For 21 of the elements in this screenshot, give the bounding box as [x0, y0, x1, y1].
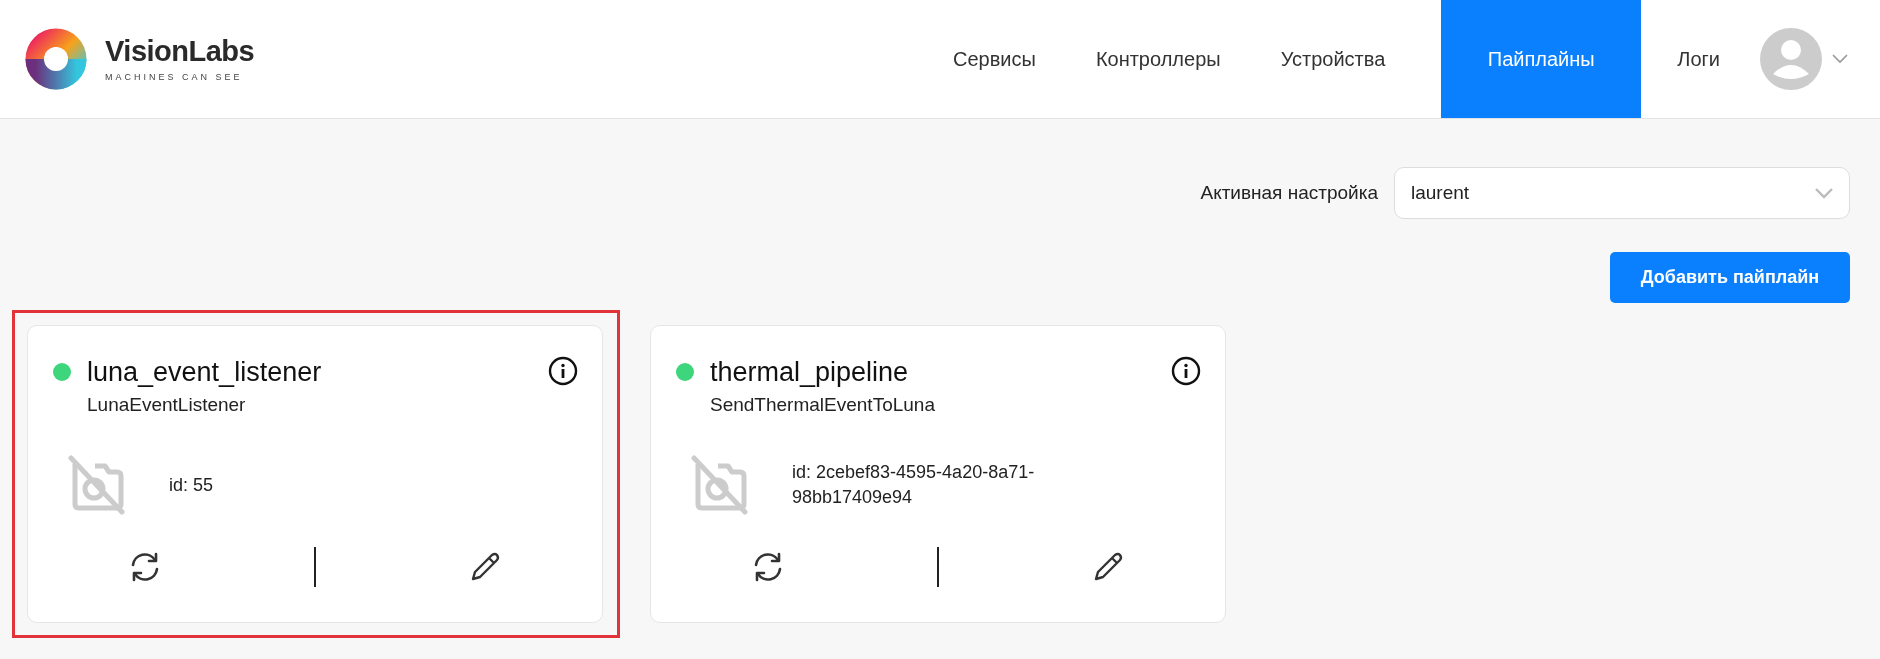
- chevron-down-icon: [1815, 187, 1833, 199]
- nav-tab[interactable]: Устройства: [1250, 0, 1416, 118]
- chevron-down-icon[interactable]: [1832, 54, 1848, 64]
- nav-tab[interactable]: Сервисы: [923, 0, 1066, 118]
- pipeline-name: thermal_pipeline: [710, 357, 909, 387]
- pipeline-type: SendThermalEventToLuna: [710, 394, 935, 416]
- nav-tab[interactable]: Логи: [1647, 0, 1750, 118]
- logo-tagline: MACHINES CAN SEE: [105, 71, 244, 82]
- pipeline-name: luna_event_listener: [87, 357, 322, 387]
- logo-name: VisionLabs: [105, 34, 255, 67]
- nav-tab[interactable]: Пайплайны: [1441, 0, 1642, 118]
- pipeline-id: id: 55: [169, 473, 215, 497]
- info-icon[interactable]: [548, 356, 578, 386]
- pipeline-id: id: 2cebef83-4595-4a20-8a71-98bb17409e94: [792, 461, 1036, 509]
- setting-select[interactable]: laurent: [1394, 167, 1850, 219]
- active-setting-label: Активная настройка: [1200, 182, 1378, 204]
- info-icon[interactable]: [1171, 356, 1201, 386]
- nav-tab[interactable]: Контроллеры: [1065, 0, 1251, 118]
- add-pipeline-button[interactable]: Добавить пайплайн: [1610, 252, 1850, 303]
- logo-icon: [25, 28, 87, 90]
- pipeline-type: LunaEventListener: [87, 394, 247, 416]
